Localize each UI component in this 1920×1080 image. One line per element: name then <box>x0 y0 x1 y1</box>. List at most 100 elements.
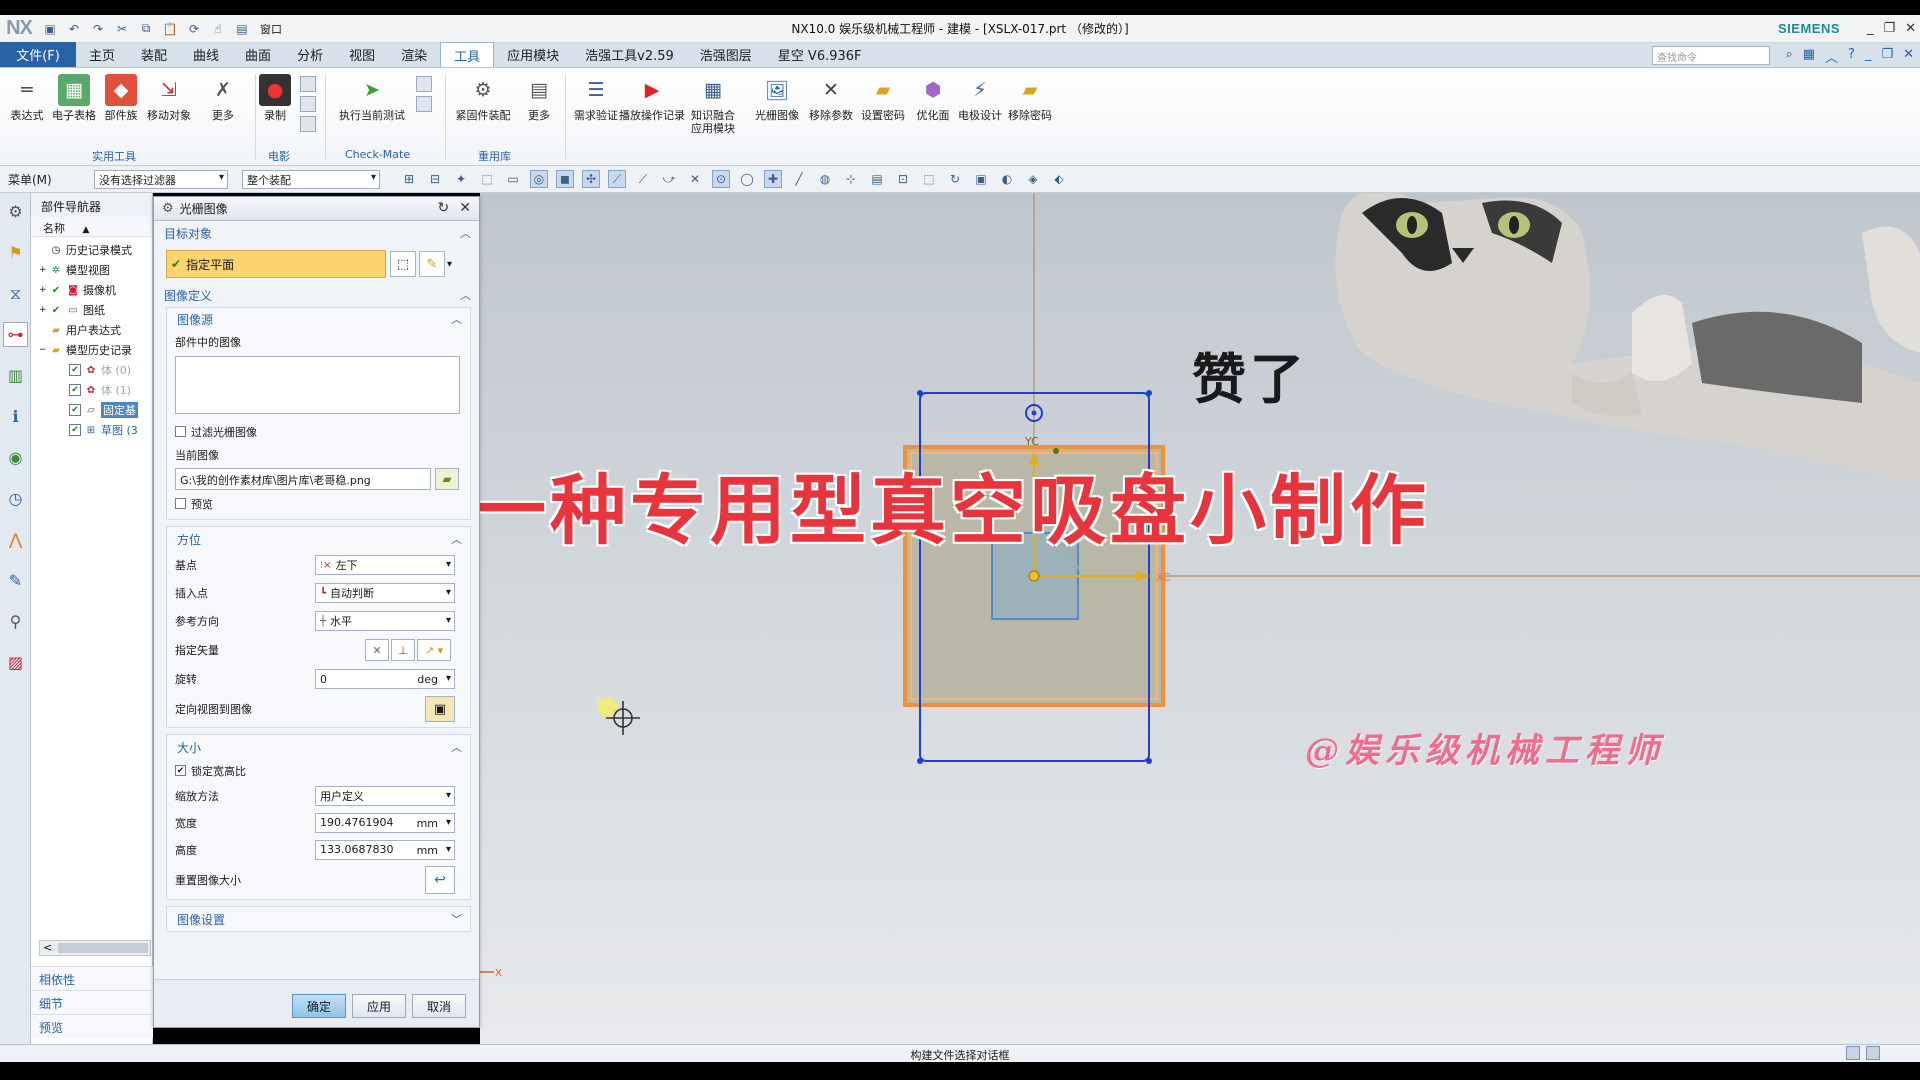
constraint-navigator-icon[interactable]: ⧖ <box>3 281 28 306</box>
web-browser-icon[interactable]: ◉ <box>3 445 28 470</box>
fastener-button[interactable]: ⚙ 紧固件装配 <box>455 74 511 122</box>
tree-item-body-1[interactable]: ✔ ✿ 体 (1) <box>31 380 152 400</box>
main-menu-button[interactable]: 菜单(M) <box>8 171 88 188</box>
tab-surface[interactable]: 曲面 <box>232 42 284 67</box>
snap-center-icon[interactable]: ⊙ <box>712 170 730 188</box>
insert-point-dropdown[interactable]: ┗ 自动判断 ▾ <box>315 583 455 603</box>
filter-raster-checkbox[interactable] <box>175 426 186 437</box>
snap-control-icon[interactable]: ⟋ <box>634 170 652 188</box>
plane-selection-icon[interactable]: ⬚ <box>390 251 416 277</box>
lasso-icon[interactable]: ⬚ <box>478 170 496 188</box>
tab-home[interactable]: 主页 <box>76 42 128 67</box>
movie-pause-icon[interactable] <box>300 96 316 112</box>
snap-face-icon[interactable]: ◍ <box>816 170 834 188</box>
browse-folder-icon[interactable]: ▰ <box>435 468 459 490</box>
lock-aspect-option[interactable]: ✔ 锁定宽高比 <box>167 759 470 782</box>
gear-icon[interactable]: ⚙ <box>3 199 28 224</box>
tab-haoqiang-layers[interactable]: 浩强图层 <box>687 42 765 67</box>
rotate-view-icon[interactable]: ↻ <box>946 170 964 188</box>
current-image-path-input[interactable]: G:\我的创作素材库\图片库\老哥稳.png <box>175 468 431 490</box>
render-style-icon[interactable]: ◐ <box>998 170 1016 188</box>
doc-close-icon[interactable]: ✕ <box>1903 47 1914 66</box>
scale-method-dropdown[interactable]: 用户定义 ▾ <box>315 785 455 806</box>
set-password-button[interactable]: ▰ 设置密码 <box>860 74 906 122</box>
tree-item-fixed-datum[interactable]: ✔ ▱ 固定基 <box>31 400 152 420</box>
navigator-name-column[interactable]: 名称 ▲ <box>31 217 152 237</box>
reuse-library-icon[interactable]: ▥ <box>3 363 28 388</box>
tab-haoqiang-tools[interactable]: 浩强工具v2.59 <box>572 42 687 67</box>
collapse-icon[interactable]: ︿ <box>460 225 471 241</box>
more-reuse-button[interactable]: ▤ 更多 <box>516 74 562 122</box>
selection-filter-dropdown[interactable]: 没有选择过滤器 <box>94 169 228 189</box>
system-scenes-icon[interactable]: ⚲ <box>3 609 28 634</box>
collapse-icon[interactable]: ︿ <box>460 287 471 303</box>
edit-section-icon[interactable]: ◈ <box>1024 170 1042 188</box>
select-all-icon[interactable]: ⊞ <box>400 170 418 188</box>
play-record-button[interactable]: ▶ 播放操作记录 <box>619 74 685 122</box>
tree-item-sketch[interactable]: ✔ ⊞ 草图 (3 <box>31 420 152 440</box>
requirement-button[interactable]: ☰ 需求验证 <box>573 74 619 122</box>
ok-button[interactable]: 确定 <box>292 994 346 1018</box>
run-test-button[interactable]: ➤ 执行当前测试 <box>339 74 405 122</box>
dialog-title-bar[interactable]: ⚙ 光栅图像 ↻ ✕ <box>154 197 479 221</box>
tree-item-cameras[interactable]: + ✔ ◙ 摄像机 <box>31 280 152 300</box>
copy-icon[interactable]: ⧉ <box>137 20 155 38</box>
dropdown-arrow-icon[interactable]: ▾ <box>447 259 452 270</box>
details-panel[interactable]: 细节 <box>31 990 153 1014</box>
tab-tools[interactable]: 工具 <box>440 42 495 67</box>
gear-icon[interactable]: ⚙ <box>162 201 174 216</box>
dependencies-panel[interactable]: 相依性 <box>31 966 153 990</box>
tab-xingkong[interactable]: 星空 V6.936F <box>765 42 875 67</box>
view-orient-icon[interactable]: ▣ <box>972 170 990 188</box>
part-family-button[interactable]: ◆ 部件族 <box>98 74 144 122</box>
selection-scope-dropdown[interactable]: 整个装配 <box>242 169 380 189</box>
base-point-dropdown[interactable]: ⁝× 左下 ▾ <box>315 555 455 575</box>
checkmate-icon[interactable] <box>416 76 432 92</box>
section-image-settings[interactable]: 图像设置 ﹀ <box>167 907 470 931</box>
expand-icon[interactable]: ﹀ <box>451 911 462 927</box>
command-search-input[interactable]: 查找命令 <box>1652 46 1770 65</box>
help-icon[interactable]: ? <box>1848 47 1855 66</box>
orient-view-icon[interactable]: ▣ <box>425 696 455 722</box>
tree-item-user-expressions[interactable]: ▰ 用户表达式 <box>31 320 152 340</box>
navigator-horizontal-scrollbar[interactable] <box>39 940 151 956</box>
tree-item-body-0[interactable]: ✔ ✿ 体 (0) <box>31 360 152 380</box>
collapse-icon[interactable]: ︿ <box>451 531 462 547</box>
file-menu[interactable]: 文件(F) <box>0 42 76 67</box>
undo-icon[interactable]: ↶ <box>65 20 83 38</box>
reverse-vector-icon[interactable]: ✕ <box>365 639 389 661</box>
close-icon[interactable]: ✕ <box>459 200 471 216</box>
repeat-command-icon[interactable]: ⟳ <box>185 20 203 38</box>
section-size[interactable]: 大小 ︿ <box>167 735 470 759</box>
tree-item-model-views[interactable]: + ✲ 模型视图 <box>31 260 152 280</box>
tab-analysis[interactable]: 分析 <box>284 42 336 67</box>
collapse-ribbon-icon[interactable]: ︿ <box>1825 47 1838 66</box>
remove-params-button[interactable]: ✕ 移除参数 <box>808 74 854 122</box>
part-navigator-icon[interactable]: ⊶ <box>3 322 28 347</box>
snap-pole-icon[interactable]: ▤ <box>868 170 886 188</box>
expression-button[interactable]: ═ 表达式 <box>4 74 50 122</box>
vector-dialog-icon[interactable]: ↗ ▾ <box>417 639 451 661</box>
optimize-face-button[interactable]: ⬢ 优化面 <box>910 74 956 122</box>
tree-item-model-history[interactable]: − ▰ 模型历史记录 <box>31 340 152 360</box>
reset-size-icon[interactable]: ↩ <box>425 866 455 894</box>
redo-icon[interactable]: ↷ <box>89 20 107 38</box>
layer-icon[interactable]: ⬖ <box>1050 170 1068 188</box>
apply-button[interactable]: 应用 <box>352 994 406 1018</box>
collapse-icon[interactable]: ︿ <box>451 739 462 755</box>
plane-dialog-icon[interactable]: ✎ <box>419 251 445 277</box>
fit-view-icon[interactable]: ⊡ <box>894 170 912 188</box>
electrode-button[interactable]: ⚡ 电极设计 <box>957 74 1003 122</box>
snap-endpoint-icon[interactable]: ✣ <box>582 170 600 188</box>
search-icon[interactable]: ⌕ <box>1785 47 1792 66</box>
reset-icon[interactable]: ↻ <box>438 200 450 216</box>
snap-point-icon[interactable]: ✚ <box>764 170 782 188</box>
ref-direction-dropdown[interactable]: ┼ 水平 ▾ <box>315 611 455 631</box>
lock-aspect-checkbox[interactable]: ✔ <box>175 765 186 776</box>
tab-assembly[interactable]: 装配 <box>128 42 180 67</box>
images-in-part-list[interactable] <box>175 356 460 414</box>
snap-arc-center-icon[interactable]: ✕ <box>686 170 704 188</box>
doc-restore-icon[interactable]: ❐ <box>1881 47 1893 66</box>
process-studio-icon[interactable]: ⋀ <box>3 527 28 552</box>
tree-item-history-mode[interactable]: ◷ 历史记录模式 <box>31 240 152 260</box>
